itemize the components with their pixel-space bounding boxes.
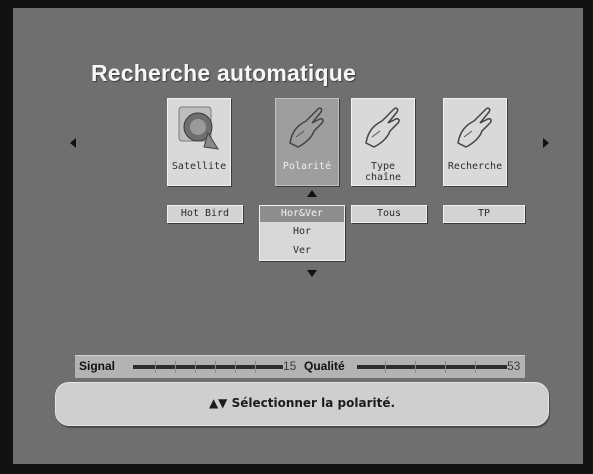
up-arrow-icon	[307, 190, 317, 197]
tab-search[interactable]: Recherche	[443, 98, 507, 186]
meter-tick	[155, 361, 156, 373]
signal-value: 15	[283, 359, 297, 373]
tab-channel-type[interactable]: Type chaîne	[351, 98, 415, 186]
quality-meter	[357, 365, 507, 369]
meter-tick	[215, 361, 216, 373]
channel-type-value[interactable]: Tous	[351, 205, 427, 223]
meter-tick	[415, 361, 416, 373]
help-panel: ▲▼ Sélectionner la polarité.	[55, 382, 549, 426]
dropdown-option[interactable]: Hor	[260, 222, 344, 241]
signal-quality-bar: Signal 15 Qualité 53	[75, 355, 525, 378]
polarity-dropdown[interactable]: Hor&Ver Hor Ver	[259, 205, 345, 261]
quality-value: 53	[507, 359, 521, 373]
satellite-value[interactable]: Hot Bird	[167, 205, 243, 223]
tab-label: Polarité	[282, 161, 332, 172]
help-text: ▲▼ Sélectionner la polarité.	[56, 396, 548, 410]
scroll-left-arrow-icon[interactable]	[70, 138, 76, 148]
tab-label: Satellite	[171, 161, 227, 172]
hand-pointer-icon	[365, 107, 400, 148]
down-arrow-icon	[307, 270, 317, 277]
meter-tick	[475, 361, 476, 373]
tab-satellite[interactable]: Satellite	[167, 98, 231, 186]
osd-screen: Recherche automatique Satellite Polarité	[13, 8, 583, 464]
quality-label: Qualité	[304, 359, 345, 373]
meter-tick	[235, 361, 236, 373]
hand-pointer-icon	[457, 107, 492, 148]
signal-label: Signal	[79, 359, 116, 373]
hand-pointer-icon	[289, 107, 324, 148]
meter-tick	[385, 361, 386, 373]
satellite-dish-icon	[178, 106, 219, 150]
up-down-arrows-icon: ▲▼	[208, 396, 228, 410]
scroll-right-arrow-icon[interactable]	[543, 138, 549, 148]
tv-frame: Recherche automatique Satellite Polarité	[0, 0, 593, 474]
meter-tick	[195, 361, 196, 373]
dropdown-option[interactable]: Hor&Ver	[260, 206, 344, 222]
help-message: Sélectionner la polarité.	[231, 396, 396, 410]
tab-polarity[interactable]: Polarité	[275, 98, 339, 186]
meter-tick	[255, 361, 256, 373]
tab-label: Recherche	[447, 161, 503, 172]
tab-label: Type chaîne	[364, 161, 402, 183]
dropdown-option[interactable]: Ver	[260, 241, 344, 260]
meter-tick	[445, 361, 446, 373]
page-title: Recherche automatique	[91, 60, 356, 86]
search-value[interactable]: TP	[443, 205, 525, 223]
meter-tick	[175, 361, 176, 373]
